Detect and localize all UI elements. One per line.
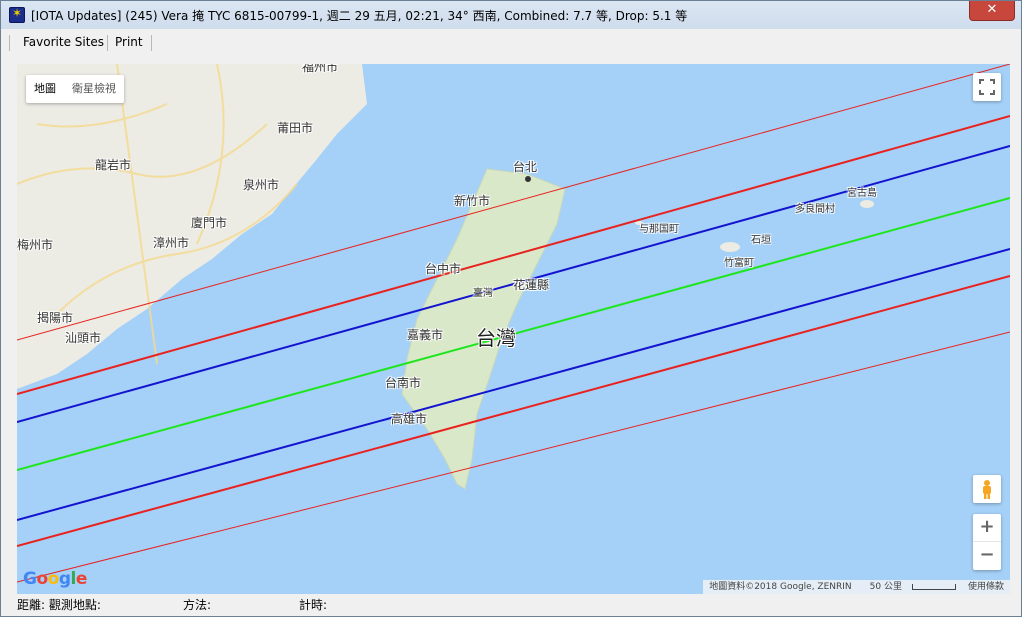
fullscreen-icon (979, 79, 995, 95)
label-tainan: 台南市 (385, 376, 422, 390)
app-window: [IOTA Updates] (245) Vera 掩 TYC 6815-007… (0, 0, 1022, 617)
label-tarama: 多良間村 (795, 204, 835, 215)
label-fuzhou: 福州市 (302, 64, 339, 74)
street-view-button[interactable] (973, 475, 1001, 503)
map-canvas[interactable]: 台北 新竹市 台中市 臺灣 花蓮縣 嘉義市 台灣 台南市 高雄市 莆田市 龍岩市… (17, 64, 1010, 594)
map-attribution-bar: 地圖資料©2018 Google, ZENRIN 50 公里 使用條款 (703, 580, 1010, 594)
fullscreen-button[interactable] (973, 73, 1001, 101)
google-logo: Google (23, 569, 87, 589)
menu-grip (9, 35, 10, 51)
taipei-marker (525, 176, 531, 182)
status-method: 方法: (183, 598, 212, 612)
status-distance: 距離: 觀測地點: (17, 598, 101, 612)
map-scale-label: 50 公里 (869, 582, 902, 592)
path-limit-south (17, 275, 1010, 547)
status-bar: 距離: 觀測地點: 方法: 計時: (17, 595, 1010, 613)
label-hsinchu: 新竹市 (454, 194, 491, 208)
label-zhangzhou: 漳州市 (153, 236, 190, 250)
island-ishigaki (720, 242, 740, 252)
label-nantou: 臺灣 (473, 288, 493, 299)
scale-bar-icon (911, 583, 956, 590)
label-shantou: 汕頭市 (65, 331, 102, 345)
label-taipei: 台北 (513, 160, 538, 174)
label-taketomi: 竹富町 (724, 258, 754, 269)
label-xiamen: 廈門市 (191, 216, 228, 230)
menu-favorite-sites[interactable]: Favorite Sites (23, 35, 104, 49)
map-scale[interactable]: 50 公里 (858, 580, 962, 594)
status-timing: 計時: (299, 598, 328, 612)
island-miyako (860, 200, 874, 208)
close-button[interactable]: ✕ (969, 1, 1015, 21)
label-meizhou: 梅州市 (17, 238, 54, 252)
label-jieyang: 揭陽市 (37, 311, 74, 325)
label-longyan: 龍岩市 (95, 158, 132, 172)
map-type-map-button[interactable]: 地圖 (26, 75, 64, 103)
menu-divider (107, 35, 108, 51)
pegman-icon (983, 480, 991, 499)
zoom-out-button[interactable]: − (973, 542, 1001, 570)
terms-link[interactable]: 使用條款 (962, 580, 1010, 594)
label-quanzhou: 泉州市 (243, 178, 280, 192)
path-limit-south-outer (17, 331, 1010, 583)
app-logo-icon (9, 6, 25, 23)
label-ishigaki: 石垣 (751, 235, 771, 246)
map-type-control: 地圖 衛星檢視 (26, 75, 124, 103)
menu-bar: Favorite Sites Print (9, 31, 1015, 55)
window-title: [IOTA Updates] (245) Vera 掩 TYC 6815-007… (31, 9, 688, 23)
label-kaohsiung: 高雄市 (391, 412, 428, 426)
zoom-control: + − (973, 514, 1001, 570)
label-taichung: 台中市 (425, 262, 462, 276)
label-taiwan: 台灣 (476, 326, 516, 350)
label-yonaguni: 与那国町 (639, 224, 679, 235)
title-bar[interactable]: [IOTA Updates] (245) Vera 掩 TYC 6815-007… (1, 1, 1021, 29)
label-putian: 莆田市 (277, 121, 314, 135)
label-chiayi: 嘉義市 (407, 328, 444, 342)
menu-divider (151, 35, 152, 51)
label-hualien: 花蓮縣 (513, 278, 550, 292)
map-type-satellite-button[interactable]: 衛星檢視 (64, 75, 124, 103)
label-miyako: 宮古島 (847, 188, 877, 199)
map-attribution[interactable]: 地圖資料©2018 Google, ZENRIN (703, 580, 857, 594)
zoom-in-button[interactable]: + (973, 514, 1001, 542)
menu-print[interactable]: Print (115, 35, 143, 49)
